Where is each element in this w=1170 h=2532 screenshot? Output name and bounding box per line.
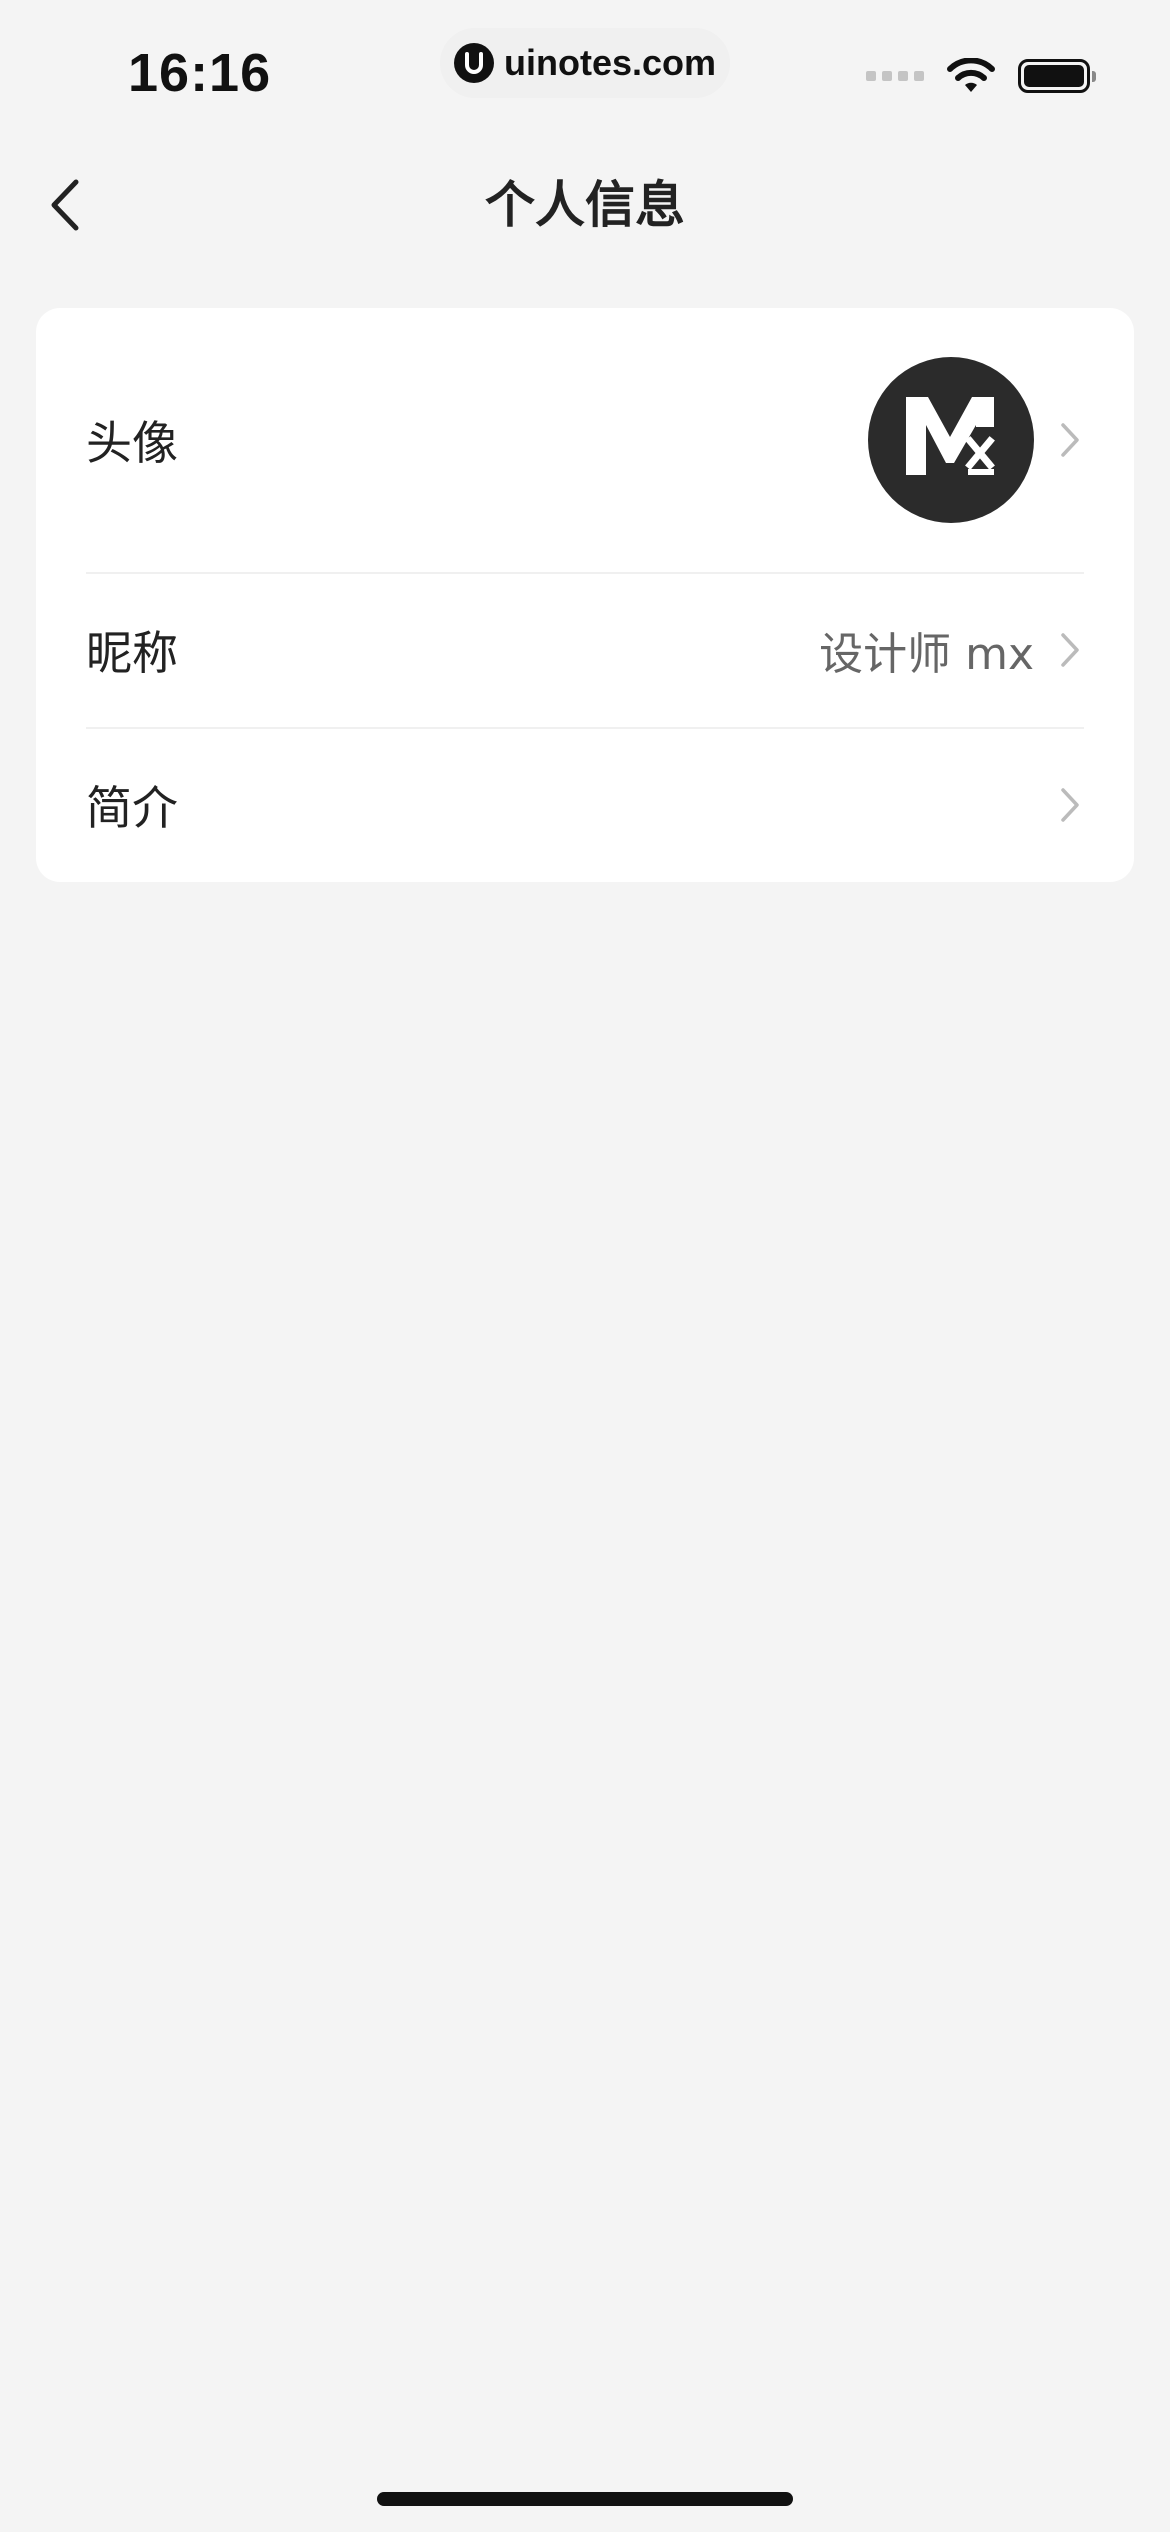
chevron-right-icon: [1056, 630, 1084, 670]
nickname-row-label: 昵称: [86, 625, 178, 680]
battery-icon: [1018, 59, 1096, 93]
url-text: uinotes.com: [503, 42, 717, 83]
home-indicator[interactable]: [377, 2492, 793, 2506]
url-pill[interactable]: uinotes.com: [440, 28, 730, 98]
nickname-value: 设计师 mx: [819, 628, 1034, 680]
uinotes-logo-icon: [453, 43, 494, 83]
avatar: [868, 357, 1034, 523]
chevron-right-icon: [1056, 785, 1084, 825]
bio-row-label: 简介: [86, 780, 178, 835]
nickname-row[interactable]: 昵称 设计师 mx: [36, 572, 1134, 727]
signal-icon: [866, 71, 924, 81]
status-time: 16:16: [128, 43, 272, 103]
bio-row[interactable]: 简介: [36, 727, 1134, 882]
chevron-right-icon: [1056, 420, 1084, 460]
avatar-row[interactable]: 头像: [36, 308, 1134, 572]
status-icons: [866, 58, 1096, 94]
nav-bar: 个人信息: [0, 150, 1170, 260]
page-title: 个人信息: [485, 176, 685, 234]
mx-logo-icon: [906, 397, 995, 475]
avatar-row-label: 头像: [86, 416, 178, 470]
profile-card: 头像 昵称 设计师 mx 简介: [36, 308, 1134, 882]
status-bar: 16:16 uinotes.com: [0, 0, 1170, 140]
wifi-icon: [947, 58, 995, 92]
